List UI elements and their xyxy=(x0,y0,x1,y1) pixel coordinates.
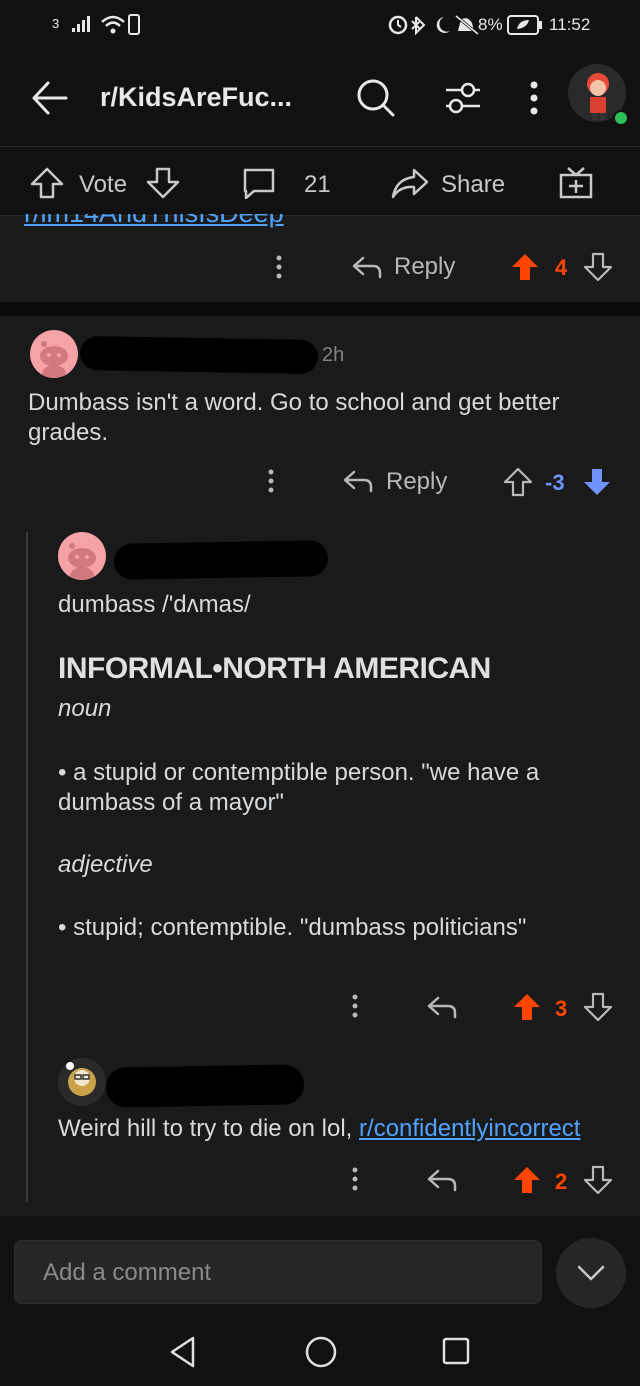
share-icon[interactable] xyxy=(390,167,430,199)
more-options-icon[interactable] xyxy=(348,993,362,1021)
add-comment-input[interactable]: Add a comment xyxy=(14,1240,542,1304)
dictionary-headword: dumbass /'dʌmas/ xyxy=(58,591,251,618)
thread-line xyxy=(26,532,28,1202)
avatar[interactable] xyxy=(30,330,78,378)
battery-percent: 8% xyxy=(478,15,503,34)
comment-body: Dumbass isn't a word. Go to school and g… xyxy=(28,389,560,446)
expand-button[interactable] xyxy=(556,1238,626,1308)
downvote-icon[interactable] xyxy=(583,1165,613,1195)
filter-sliders-icon[interactable] xyxy=(444,80,484,116)
prev-comment: r/im14AndThisIsDeep Reply 4 xyxy=(0,214,640,302)
clock: 11:52 xyxy=(549,15,591,34)
upvote-filled-icon[interactable] xyxy=(512,1165,542,1195)
part-of-speech: adjective xyxy=(58,851,153,878)
status-icons xyxy=(388,14,479,36)
comment-divider xyxy=(0,302,640,316)
subreddit-title[interactable]: r/KidsAreFuc... xyxy=(100,82,292,113)
vote-label: Vote xyxy=(79,171,128,198)
sim-indicator: 3 xyxy=(52,16,60,31)
comment-body: Weird hill to try to die on lol, r/confi… xyxy=(58,1114,580,1144)
share-label[interactable]: Share xyxy=(441,171,505,199)
comment-icon[interactable] xyxy=(242,167,276,199)
redacted-username xyxy=(79,335,319,375)
online-status-dot xyxy=(613,110,629,126)
upvote-filled-icon[interactable] xyxy=(512,992,542,1022)
downvote-icon[interactable] xyxy=(583,992,613,1022)
prev-comment-link[interactable]: r/im14AndThisIsDeep xyxy=(24,214,284,229)
custom-avatar-icon xyxy=(66,1062,96,1096)
reply-button[interactable]: Reply xyxy=(394,253,455,281)
app-header: r/KidsAreFuc... xyxy=(0,50,640,146)
reply-arrow-icon[interactable] xyxy=(426,1167,458,1193)
signal-icon xyxy=(72,16,90,32)
downvote-filled-icon[interactable] xyxy=(582,467,612,497)
battery-icon xyxy=(507,15,542,35)
phone-icon xyxy=(128,14,140,35)
downvote-icon[interactable] xyxy=(146,167,180,199)
more-options-icon[interactable] xyxy=(272,254,286,282)
recents-square-icon[interactable] xyxy=(441,1336,471,1366)
upvote-icon[interactable] xyxy=(30,167,64,199)
more-options-icon[interactable] xyxy=(524,80,544,116)
add-comment-placeholder: Add a comment xyxy=(43,1259,212,1286)
definition: • a stupid or contemptible person. "we h… xyxy=(58,759,540,816)
comment-bar: Add a comment xyxy=(0,1216,640,1316)
search-icon[interactable] xyxy=(356,78,396,118)
definition: • stupid; contemptible. "dumbass politic… xyxy=(58,914,527,941)
comment-score: 2 xyxy=(555,1169,568,1194)
redacted-username xyxy=(105,1064,305,1108)
upvote-icon[interactable] xyxy=(503,467,533,497)
reply-arrow-icon[interactable] xyxy=(342,468,374,494)
back-arrow-icon[interactable] xyxy=(30,78,70,118)
award-icon[interactable] xyxy=(558,165,594,201)
part-of-speech: noun xyxy=(58,695,112,722)
more-options-icon[interactable] xyxy=(348,1166,362,1194)
downvote-icon[interactable] xyxy=(583,252,613,282)
comment-time: 2h xyxy=(322,344,345,366)
comment-score: 4 xyxy=(555,255,568,280)
reply-arrow-icon[interactable] xyxy=(351,254,383,280)
reply-button[interactable]: Reply xyxy=(386,468,447,496)
wifi-icon xyxy=(101,15,125,34)
avatar[interactable] xyxy=(58,1058,106,1106)
redacted-username xyxy=(113,540,329,580)
snoo-avatar-icon xyxy=(40,341,68,378)
post-action-bar: Vote 21 Share xyxy=(0,146,640,216)
status-bar: 3 8% 11:52 xyxy=(0,0,640,50)
subreddit-link[interactable]: r/confidentlyincorrect xyxy=(359,1115,580,1142)
chevron-down-icon xyxy=(577,1265,605,1281)
avatar[interactable] xyxy=(58,532,106,580)
more-options-icon[interactable] xyxy=(264,468,278,496)
upvote-filled-icon[interactable] xyxy=(510,252,540,282)
back-triangle-icon[interactable] xyxy=(168,1335,198,1369)
snoo-avatar-icon xyxy=(68,543,96,580)
comment-count: 21 xyxy=(304,171,331,198)
system-nav-bar xyxy=(0,1316,640,1386)
home-circle-icon[interactable] xyxy=(304,1335,338,1369)
comment-score: 3 xyxy=(555,996,568,1021)
dictionary-register: INFORMAL•NORTH AMERICAN xyxy=(58,652,491,685)
comment-text: Weird hill to try to die on lol, xyxy=(58,1115,360,1142)
comment-score: -3 xyxy=(545,470,565,495)
reply-arrow-icon[interactable] xyxy=(426,994,458,1020)
